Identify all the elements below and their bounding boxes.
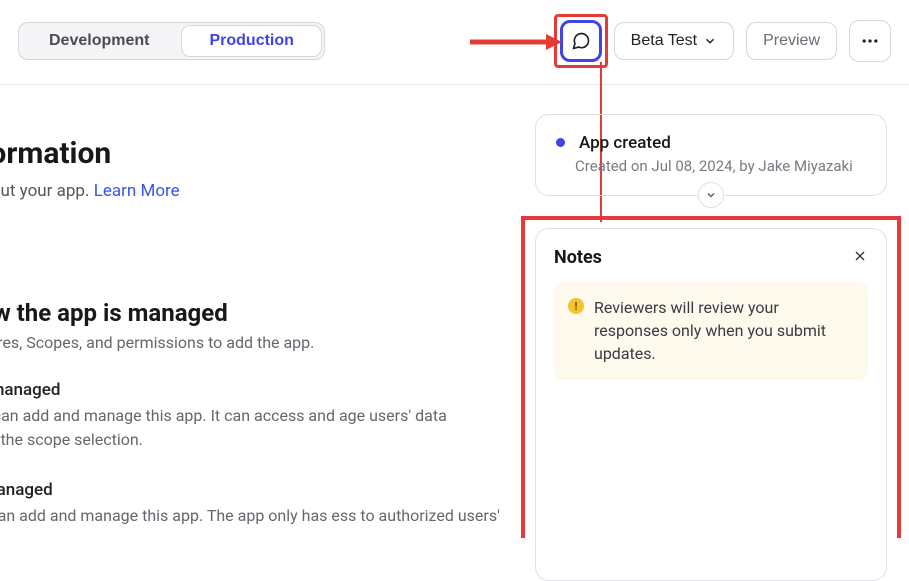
section-subtext: y affect Features, Scopes, and permissio…	[0, 333, 500, 352]
top-toolbar: Development Production Beta Test Preview	[0, 0, 909, 85]
notes-panel: Notes ! Reviewers will review your respo…	[535, 228, 887, 581]
learn-more-link[interactable]: Learn More	[94, 181, 180, 201]
expand-activity-button[interactable]	[698, 182, 724, 208]
preview-button[interactable]: Preview	[746, 22, 837, 60]
activity-card: App created Created on Jul 08, 2024, by …	[535, 114, 887, 196]
option-admin-desc: ount admins can add and manage this app.…	[0, 404, 500, 452]
close-notes-button[interactable]	[852, 248, 868, 268]
warning-icon: !	[568, 298, 584, 314]
notes-toggle-button[interactable]	[560, 20, 602, 62]
page-subtitle: information about your app. Learn More	[0, 181, 500, 201]
page-title: c Information	[0, 136, 500, 171]
tab-production[interactable]: Production	[182, 26, 320, 56]
tab-development[interactable]: Development	[19, 23, 179, 59]
activity-subtitle: Created on Jul 08, 2024, by Jake Miyazak…	[575, 157, 866, 175]
beta-test-label: Beta Test	[631, 32, 697, 50]
beta-test-dropdown[interactable]: Beta Test	[614, 22, 734, 60]
chevron-down-icon	[705, 189, 717, 201]
env-segmented-control: Development Production	[18, 22, 325, 60]
option-user-desc: vidual users can add and manage this app…	[0, 504, 500, 552]
activity-title: App created	[579, 133, 671, 153]
option-admin-title: in-managed	[0, 380, 500, 400]
main-content: c Information information about your app…	[0, 88, 520, 552]
chat-bubble-icon	[571, 31, 591, 51]
notes-callout-text: Reviewers will review your responses onl…	[594, 296, 852, 366]
option-user-title: r-managed	[0, 480, 500, 500]
notes-toggle-wrap	[560, 20, 602, 62]
notes-heading: Notes	[554, 247, 602, 268]
chevron-down-icon	[703, 34, 717, 48]
more-menu-button[interactable]	[849, 20, 891, 62]
close-icon	[852, 248, 868, 264]
notes-callout: ! Reviewers will review your responses o…	[554, 282, 868, 380]
status-dot-icon	[556, 138, 565, 147]
sidebar: App created Created on Jul 08, 2024, by …	[535, 114, 887, 196]
page-subtitle-text: information about your app.	[0, 181, 94, 201]
section-heading: t how the app is managed	[0, 299, 500, 327]
ellipsis-icon	[860, 31, 880, 51]
